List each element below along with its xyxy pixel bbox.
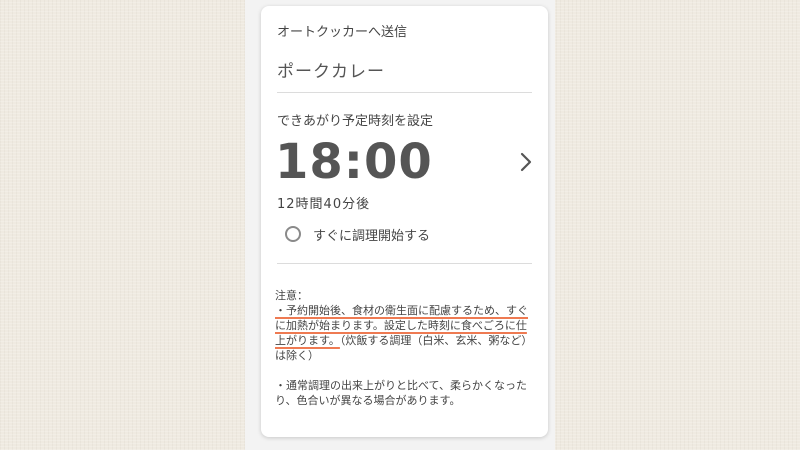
schedule-card: オートクッカーへ送信 ポークカレー できあがり予定時刻を設定 18:00 12時… (261, 6, 548, 437)
send-to-autocooker-label: オートクッカーへ送信 (277, 25, 408, 40)
chevron-right-icon[interactable] (517, 150, 535, 174)
note-item: ・通常調理の出来上がりと比べて、柔らかくなったり、色合いが異なる場合があります。 (275, 379, 528, 407)
start-now-label: すぐに調理開始する (313, 228, 431, 244)
set-finish-time-label: できあがり予定時刻を設定 (277, 114, 434, 129)
finish-time-value[interactable]: 18:00 (275, 132, 433, 192)
notes-title: 注意： (275, 289, 308, 302)
recipe-name: ポークカレー (277, 62, 385, 82)
radio-button-icon[interactable] (285, 226, 301, 242)
relative-time-text: 12時間40分後 (277, 197, 371, 212)
start-now-option[interactable]: すぐに調理開始する (285, 223, 430, 245)
note-item: ・予約開始後、食材の衛生面に配慮するため、すぐに加熱が始まります。設定した時刻に… (275, 303, 537, 363)
divider (277, 92, 532, 93)
divider (277, 263, 532, 264)
notes-section: 注意： ・予約開始後、食材の衛生面に配慮するため、すぐに加熱が始まります。設定し… (275, 288, 537, 408)
